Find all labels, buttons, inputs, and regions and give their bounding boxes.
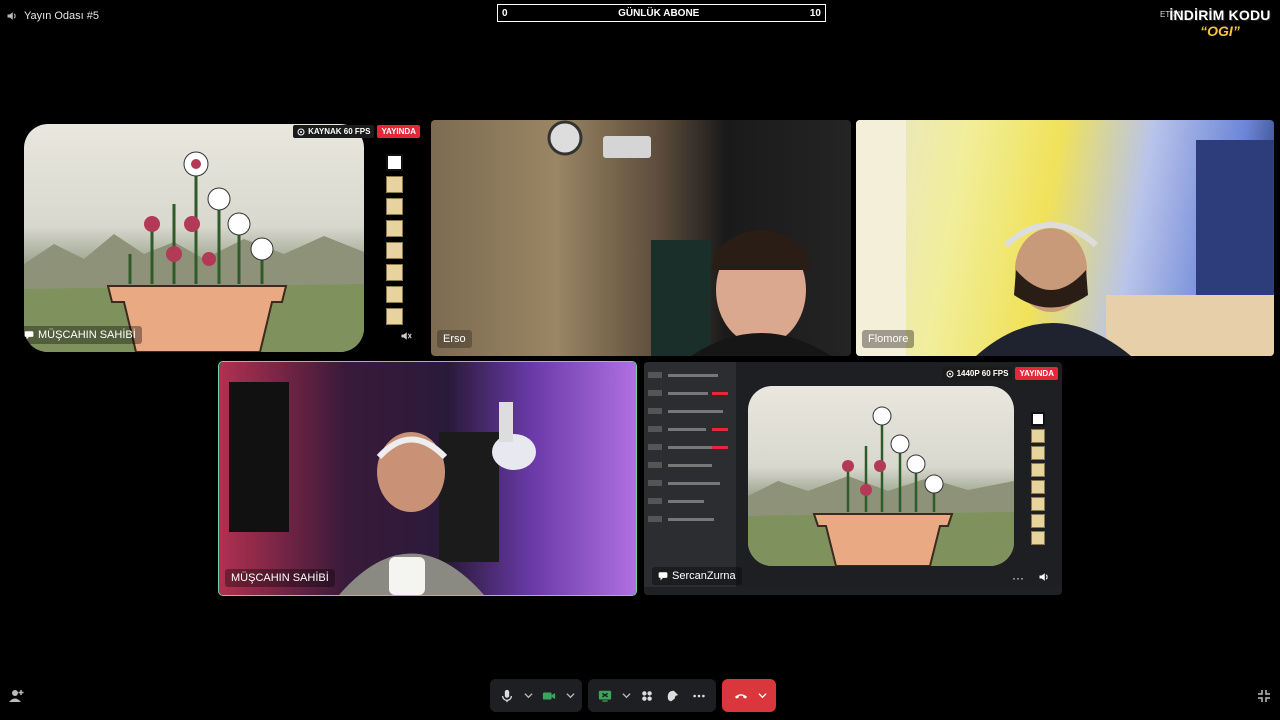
call-toolbar bbox=[490, 679, 776, 712]
participant-name: Erso bbox=[443, 333, 466, 345]
more-options-button[interactable] bbox=[688, 685, 710, 707]
sidebar-slot bbox=[1031, 514, 1045, 528]
video-tile-1[interactable]: KAYNAK 60 FPS YAYINDA MÜŞCAHIN SAHİBİ bbox=[8, 120, 422, 356]
activities-icon bbox=[642, 690, 652, 701]
sidebar-slot bbox=[386, 308, 403, 325]
participant-name: MÜŞCAHIN SAHİBİ bbox=[38, 329, 136, 341]
sidebar-slot bbox=[386, 264, 403, 281]
participant-name-tag: Erso bbox=[437, 330, 472, 348]
webcam-feed bbox=[856, 120, 1274, 356]
fps-badge: KAYNAK 60 FPS bbox=[293, 125, 375, 138]
eye-icon bbox=[297, 128, 305, 135]
participant-name-tag: MÜŞCAHIN SAHİBİ bbox=[225, 569, 335, 587]
eye-icon bbox=[946, 370, 954, 377]
live-badge: YAYINDA bbox=[377, 125, 420, 138]
webcam-feed bbox=[229, 382, 536, 595]
promo-line2: “OGI” bbox=[1200, 23, 1240, 39]
participant-name-tag: MÜŞCAHIN SAHİBİ bbox=[18, 326, 142, 344]
room-title-text: Yayın Odası #5 bbox=[24, 10, 100, 22]
soundboard-icon bbox=[667, 690, 679, 701]
mute-icon[interactable] bbox=[400, 330, 412, 342]
webcam-feed bbox=[547, 120, 831, 356]
participant-name: MÜŞCAHIN SAHİBİ bbox=[231, 572, 329, 584]
chevron-down-icon bbox=[621, 693, 631, 699]
disconnect-options-button[interactable] bbox=[756, 685, 768, 707]
live-badge: YAYINDA bbox=[1015, 367, 1058, 380]
sub-goal-label: GÜNLÜK ABONE bbox=[618, 7, 700, 19]
camera-icon bbox=[542, 692, 556, 699]
garden-illustration bbox=[748, 406, 1014, 566]
add-user-icon[interactable] bbox=[8, 688, 24, 704]
video-tile-5[interactable]: 1440P 60 FPS YAYINDA SercanZurna ··· bbox=[644, 362, 1062, 595]
soundboard-button[interactable] bbox=[662, 685, 684, 707]
garden-illustration bbox=[24, 151, 364, 352]
video-tile-2[interactable]: Erso bbox=[431, 120, 851, 356]
video-tile-3[interactable]: Flomore bbox=[856, 120, 1274, 356]
sidebar-slot bbox=[1031, 463, 1045, 477]
share-group bbox=[588, 679, 716, 712]
fps-text: KAYNAK 60 FPS bbox=[308, 127, 371, 136]
camera-options-button[interactable] bbox=[564, 685, 576, 707]
mic-button[interactable] bbox=[496, 685, 518, 707]
fps-text: 1440P 60 FPS bbox=[956, 369, 1009, 378]
sidebar-slot bbox=[386, 242, 403, 259]
sub-goal-current: 0 bbox=[502, 7, 508, 19]
more-icon[interactable]: ··· bbox=[1012, 571, 1024, 585]
participant-name-tag: SercanZurna bbox=[652, 567, 742, 585]
more-icon bbox=[693, 694, 705, 697]
room-title[interactable]: Yayın Odası #5 bbox=[6, 8, 99, 24]
sidebar-slot bbox=[1031, 446, 1045, 460]
sub-goal-target: 10 bbox=[809, 7, 821, 19]
stream-badges: KAYNAK 60 FPS YAYINDA bbox=[293, 125, 420, 138]
sidebar-slot bbox=[386, 220, 403, 237]
sidebar-slot bbox=[1031, 497, 1045, 511]
stream-scene bbox=[748, 386, 1014, 566]
hangup-icon bbox=[734, 693, 748, 699]
participant-name: Flomore bbox=[868, 333, 909, 345]
sidebar-slot bbox=[1031, 412, 1045, 426]
speaker-icon bbox=[7, 12, 16, 20]
sidebar-slot bbox=[386, 198, 403, 215]
screen-share-button[interactable] bbox=[594, 685, 616, 707]
mic-options-button[interactable] bbox=[522, 685, 534, 707]
stream-badges: 1440P 60 FPS YAYINDA bbox=[941, 367, 1058, 380]
subscriber-goal-bar: 0 GÜNLÜK ABONE 10 bbox=[497, 4, 826, 22]
shared-screen-sidebar bbox=[644, 362, 736, 595]
sidebar-slot bbox=[386, 176, 403, 193]
disconnect-group bbox=[722, 679, 776, 712]
share-options-button[interactable] bbox=[620, 685, 632, 707]
mic-icon bbox=[501, 689, 513, 702]
camera-button[interactable] bbox=[538, 685, 560, 707]
chevron-down-icon bbox=[565, 693, 575, 699]
chevron-down-icon bbox=[523, 693, 533, 699]
promo-line1: İNDİRİM KODU bbox=[1169, 7, 1271, 23]
shared-taskbar bbox=[644, 587, 1062, 595]
sidebar-slot bbox=[1031, 429, 1045, 443]
disconnect-button[interactable] bbox=[730, 685, 752, 707]
volume-icon[interactable] bbox=[1038, 571, 1050, 583]
stream-sidebar bbox=[1031, 412, 1045, 545]
sidebar-slot bbox=[386, 286, 403, 303]
chat-bubble-icon bbox=[24, 331, 34, 340]
video-tile-4[interactable]: MÜŞCAHIN SAHİBİ bbox=[218, 361, 637, 596]
participant-name: SercanZurna bbox=[672, 570, 736, 582]
fullscreen-icon[interactable] bbox=[1256, 688, 1272, 704]
chevron-down-icon bbox=[757, 693, 767, 699]
chat-bubble-icon bbox=[658, 572, 668, 581]
sidebar-slot bbox=[1031, 480, 1045, 494]
fps-badge: 1440P 60 FPS bbox=[941, 367, 1013, 380]
participant-name-tag: Flomore bbox=[862, 330, 915, 348]
sidebar-slot bbox=[386, 154, 403, 171]
mic-group bbox=[490, 679, 582, 712]
stream-scene bbox=[24, 124, 364, 352]
promo-overlay: İNDİRİM KODU “OGI” bbox=[1164, 8, 1276, 38]
stream-sidebar bbox=[386, 154, 403, 325]
activities-button[interactable] bbox=[636, 685, 658, 707]
screen-share-icon bbox=[598, 690, 612, 702]
sidebar-slot bbox=[1031, 531, 1045, 545]
